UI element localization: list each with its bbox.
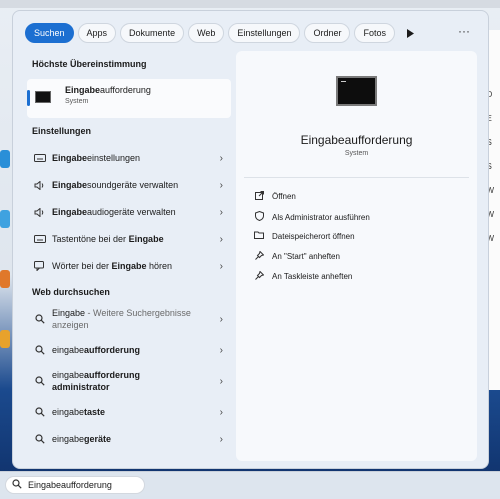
best-match-subtitle: System xyxy=(65,98,89,105)
speech-icon xyxy=(33,261,46,271)
settings-item-tastentoene[interactable]: Tastentöne bei der Eingabe › xyxy=(25,228,231,250)
web-item[interactable]: eingabeaufforderung › xyxy=(25,339,231,361)
web-item[interactable]: Eingabe - Weitere Suchergebnisse anzeige… xyxy=(25,304,231,334)
web-item-label: eingabetaste xyxy=(52,407,106,417)
settings-item-label: Wörter bei der Eingabe hören xyxy=(52,261,173,271)
web-item-label: eingabeaufforderung administrator xyxy=(52,370,141,392)
chevron-right-icon: › xyxy=(219,152,223,164)
action-pin-taskbar[interactable]: An Taskleiste anheften xyxy=(254,270,353,282)
action-label: An "Start" anheften xyxy=(272,252,340,261)
action-open[interactable]: Öffnen xyxy=(254,191,296,202)
chevron-right-icon: › xyxy=(219,179,223,191)
web-item[interactable]: eingabeaufforderung administrator › xyxy=(25,365,231,397)
chevron-right-icon: › xyxy=(219,206,223,218)
settings-item-audiogeraete[interactable]: Eingabeaudiogeräte verwalten › xyxy=(25,201,231,223)
desktop-app-icon[interactable] xyxy=(0,270,10,288)
web-item[interactable]: eingabetaste › xyxy=(25,401,231,423)
detail-divider xyxy=(244,177,469,178)
desktop-app-icon[interactable] xyxy=(0,150,10,168)
detail-subtitle: System xyxy=(344,150,369,157)
web-item[interactable]: eingabegeräte › xyxy=(25,428,231,450)
search-icon xyxy=(33,376,46,386)
detail-pane: Eingabeaufforderung System Öffnen Als Ad… xyxy=(236,51,477,461)
tab-apps[interactable]: Apps xyxy=(77,23,117,43)
search-input[interactable] xyxy=(28,480,138,490)
web-item-label: eingabegeräte xyxy=(52,434,112,444)
settings-item-label: Tastentöne bei der Eingabe xyxy=(52,234,164,244)
pin-icon xyxy=(254,250,264,262)
search-panel: Suchen Apps Dokumente Web Einstellungen … xyxy=(12,10,489,469)
desktop-app-icon[interactable] xyxy=(0,210,10,228)
search-icon xyxy=(33,434,46,444)
chevron-right-icon: › xyxy=(219,375,223,387)
action-pin-start[interactable]: An "Start" anheften xyxy=(254,250,340,262)
desktop-app-icon[interactable] xyxy=(0,330,10,348)
speaker-icon xyxy=(33,180,46,190)
web-heading: Web durchsuchen xyxy=(32,287,110,297)
speaker-icon xyxy=(33,207,46,217)
action-open-file-location[interactable]: Dateispeicherort öffnen xyxy=(254,231,355,241)
action-label: An Taskleiste anheften xyxy=(272,272,353,281)
settings-item-label: Eingabesoundgeräte verwalten xyxy=(52,180,179,190)
tab-dokumente[interactable]: Dokumente xyxy=(120,23,185,43)
settings-item-soundgeraete[interactable]: Eingabesoundgeräte verwalten › xyxy=(25,174,231,196)
tab-ordner[interactable]: Ordner xyxy=(304,23,351,43)
action-run-as-admin[interactable]: Als Administrator ausführen xyxy=(254,210,370,223)
filter-tabs: Suchen Apps Dokumente Web Einstellungen … xyxy=(25,23,421,43)
settings-item-woerter-hoeren[interactable]: Wörter bei der Eingabe hören › xyxy=(25,255,231,277)
open-icon xyxy=(254,191,264,202)
chevron-right-icon: › xyxy=(219,433,223,445)
tab-suchen[interactable]: Suchen xyxy=(25,23,74,43)
action-label: Dateispeicherort öffnen xyxy=(272,231,355,241)
keyboard-icon xyxy=(33,153,46,163)
shield-icon xyxy=(254,210,264,223)
command-prompt-icon xyxy=(35,91,51,103)
taskbar-search-box[interactable] xyxy=(5,476,145,494)
tab-fotos[interactable]: Fotos xyxy=(354,23,395,43)
chevron-right-icon: › xyxy=(219,260,223,272)
search-icon xyxy=(33,345,46,355)
selection-indicator xyxy=(27,90,30,106)
chevron-right-icon: › xyxy=(219,406,223,418)
folder-icon xyxy=(254,231,264,241)
keyboard-icon xyxy=(33,234,46,244)
more-tabs-play-icon[interactable] xyxy=(399,23,421,43)
settings-item-label: Eingabeaudiogeräte verwalten xyxy=(52,207,176,217)
best-match-title: Eingabeaufforderung xyxy=(65,85,151,95)
action-label: Als Administrator ausführen xyxy=(272,212,370,222)
pin-icon xyxy=(254,270,264,282)
best-match-heading: Höchste Übereinstimmung xyxy=(32,59,147,69)
web-item-label: Eingabe - Weitere Suchergebnisse anzeige… xyxy=(52,308,191,330)
settings-item-eingabeeinstellungen[interactable]: Eingabeeinstellungen › xyxy=(25,147,231,169)
results-list: Höchste Übereinstimmung Eingabeaufforder… xyxy=(25,51,231,461)
chevron-right-icon: › xyxy=(219,344,223,356)
command-prompt-icon xyxy=(336,76,377,106)
settings-item-label: Eingabeeinstellungen xyxy=(52,153,141,163)
search-icon xyxy=(33,314,46,324)
chevron-right-icon: › xyxy=(219,313,223,325)
chevron-right-icon: › xyxy=(219,233,223,245)
settings-heading: Einstellungen xyxy=(32,126,92,136)
best-match-item[interactable]: Eingabeaufforderung System xyxy=(27,79,231,118)
search-icon xyxy=(33,407,46,417)
tab-einstellungen[interactable]: Einstellungen xyxy=(228,23,301,43)
web-item-label: eingabeaufforderung xyxy=(52,345,141,355)
background-window-titlebar xyxy=(0,0,500,8)
tab-web[interactable]: Web xyxy=(188,23,225,43)
search-icon xyxy=(12,479,22,491)
more-options-button[interactable]: ··· xyxy=(454,23,474,43)
detail-title: Eingabeaufforderung xyxy=(300,133,413,147)
action-label: Öffnen xyxy=(272,192,296,201)
